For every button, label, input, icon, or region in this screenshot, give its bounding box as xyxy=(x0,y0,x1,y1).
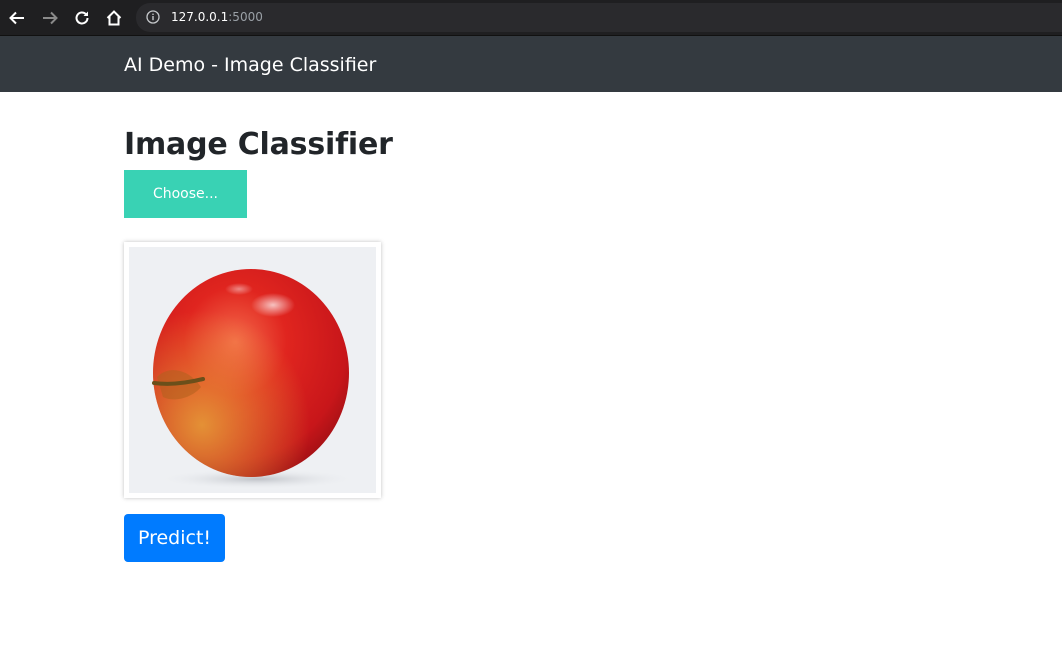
address-bar[interactable]: 127.0.0.1:5000 xyxy=(136,3,1062,32)
predict-button[interactable]: Predict! xyxy=(124,514,225,562)
navbar-brand[interactable]: AI Demo - Image Classifier xyxy=(124,54,376,76)
page-title: Image Classifier xyxy=(124,127,393,162)
reload-icon[interactable] xyxy=(70,6,94,30)
back-arrow-icon[interactable] xyxy=(5,6,29,30)
url-text: 127.0.0.1:5000 xyxy=(171,10,263,25)
choose-file-button[interactable]: Choose... xyxy=(124,170,247,218)
url-port: :5000 xyxy=(228,10,263,24)
image-preview xyxy=(124,242,381,498)
url-host: 127.0.0.1 xyxy=(171,10,229,24)
forward-arrow-icon[interactable] xyxy=(38,6,62,30)
info-icon[interactable] xyxy=(146,10,160,24)
apple-image xyxy=(129,247,376,493)
home-icon[interactable] xyxy=(102,6,126,30)
browser-toolbar: 127.0.0.1:5000 xyxy=(0,0,1062,36)
navbar: AI Demo - Image Classifier xyxy=(0,36,1062,92)
